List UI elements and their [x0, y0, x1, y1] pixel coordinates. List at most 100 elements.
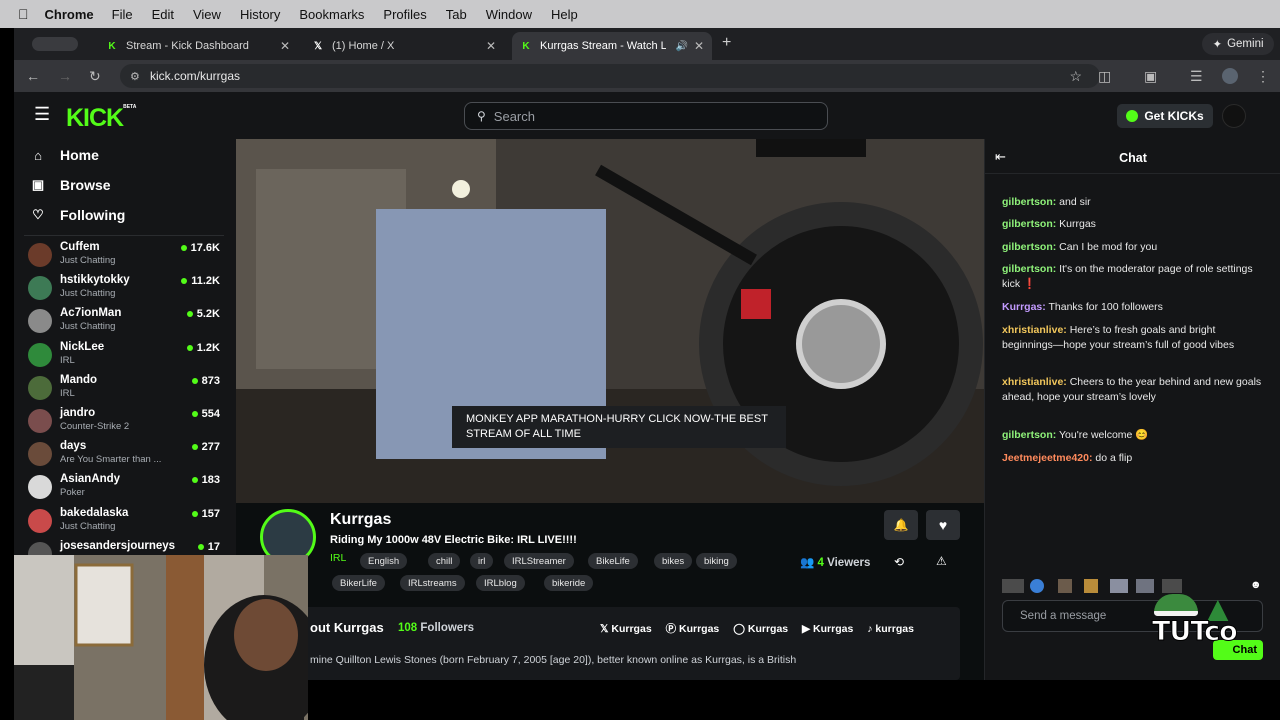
social-link-x[interactable]: 𝕏 Kurrgas [600, 623, 652, 635]
sidebar-item-browse[interactable]: ▣ Browse [30, 177, 111, 193]
chat-username[interactable]: xhristianlive: [1002, 376, 1067, 388]
chat-username[interactable]: gilbertson: [1002, 241, 1056, 253]
chat-message-text: Can I be mod for you [1056, 241, 1158, 253]
viewer-count-value: 277 [201, 441, 220, 454]
tutco-logo-text: TUTco [1152, 616, 1239, 648]
hamburger-menu-icon[interactable]: ☰ [34, 104, 50, 125]
notifications-button[interactable]: 🔔 [884, 510, 918, 540]
stream-tag[interactable]: IRLstreams [400, 575, 465, 591]
reload-icon[interactable]: ↻ [89, 68, 101, 85]
social-link-instagram[interactable]: ◯ Kurrgas [733, 623, 788, 635]
forward-icon[interactable]: → [58, 68, 72, 84]
search-input[interactable]: ⚲ Search [464, 102, 828, 130]
stream-tag[interactable]: English [360, 553, 408, 569]
tab-x-home[interactable]: 𝕏 (1) Home / X ✕ [304, 32, 504, 60]
stream-tag[interactable]: bikeride [544, 575, 594, 591]
menu-tab[interactable]: Tab [446, 7, 467, 22]
globe-emote-icon[interactable] [1030, 579, 1044, 593]
monkey-app-overlay[interactable]: MONKEY APP MARATHON-HURRY CLICK NOW-THE … [452, 406, 786, 448]
chat-username[interactable]: gilbertson: [1002, 429, 1056, 441]
menu-view[interactable]: View [193, 7, 221, 22]
menu-history[interactable]: History [240, 7, 280, 22]
stream-category-link[interactable]: IRL [330, 552, 346, 564]
url-text: kick.com/kurrgas [150, 69, 241, 83]
sidebar-channel[interactable]: AsianAndy Poker 183 [28, 471, 228, 504]
stream-tag[interactable]: IRLStreamer [504, 553, 574, 569]
viewer-count-value: 554 [201, 408, 220, 420]
address-bar[interactable]: ⚙ kick.com/kurrgas ☆ [120, 64, 1100, 88]
chat-username[interactable]: gilbertson: [1002, 218, 1056, 230]
sidebar-channel[interactable]: Mando IRL 873 [28, 372, 228, 405]
social-link-youtube[interactable]: ▶ Kurrgas [802, 623, 853, 635]
app-menu-chrome[interactable]: Chrome [45, 7, 94, 22]
kick-logo[interactable]: KICKBETA [66, 104, 136, 133]
menu-help[interactable]: Help [551, 7, 578, 22]
sidebar-channel[interactable]: jandro Counter-Strike 2 554 [28, 405, 228, 438]
chrome-menu-icon[interactable]: ⋮ [1256, 68, 1270, 85]
sidebar-item-following[interactable]: ♡ Following [30, 207, 125, 223]
viewer-count: 5.2K [186, 308, 220, 320]
video-player[interactable]: MONKEY APP MARATHON-HURRY CLICK NOW-THE … [236, 139, 984, 503]
gemini-button[interactable]: ✦ Gemini [1202, 33, 1274, 55]
chat-username[interactable]: gilbertson: [1002, 196, 1056, 208]
user-avatar[interactable] [1222, 104, 1246, 128]
social-link-tiktok[interactable]: ♪ kurrgas [867, 623, 914, 635]
profile-avatar[interactable] [1222, 68, 1238, 84]
follow-button[interactable]: ♥ [926, 510, 960, 540]
new-tab-icon[interactable]: + [722, 34, 731, 52]
sidebar-channel[interactable]: Cuffem Just Chatting 17.6K [28, 239, 228, 272]
cast-icon[interactable]: ▣ [1144, 68, 1157, 85]
speaker-icon[interactable]: 🔊 [676, 41, 688, 52]
stream-tag[interactable]: BikerLife [332, 575, 385, 591]
extensions-icon[interactable]: ◫ [1098, 68, 1111, 85]
menu-profiles[interactable]: Profiles [383, 7, 426, 22]
channel-category: Are You Smarter than ... [60, 454, 162, 466]
stream-tag[interactable]: biking [696, 553, 737, 569]
get-kicks-button[interactable]: Get KICKs [1117, 104, 1213, 128]
chat-username[interactable]: Jeetmejeetme420: [1002, 452, 1092, 464]
chat-username[interactable]: Kurrgas: [1002, 301, 1046, 313]
report-icon[interactable]: ⚠ [936, 554, 947, 568]
chat-message-text: and sir [1056, 196, 1091, 208]
sidebar-channel[interactable]: days Are You Smarter than ... 277 [28, 438, 228, 471]
menu-window[interactable]: Window [486, 7, 532, 22]
tab-group-pill[interactable] [32, 37, 78, 51]
stream-tag[interactable]: IRLblog [476, 575, 525, 591]
stream-tag[interactable]: BikeLife [588, 553, 638, 569]
live-dot-icon [180, 245, 187, 252]
tab-kick-dashboard[interactable]: K Stream - Kick Dashboard ✕ [98, 32, 298, 60]
emote-picker-icon[interactable]: ☻ [1250, 579, 1262, 591]
emote-icon[interactable] [1002, 579, 1024, 593]
share-icon[interactable]: ⟲ [894, 555, 904, 569]
close-tab-icon[interactable]: ✕ [280, 39, 290, 53]
sidebar-item-home[interactable]: ⌂ Home [30, 147, 99, 163]
sidebar-channel[interactable]: Ac7ionMan Just Chatting 5.2K [28, 305, 228, 338]
sidebar-channel[interactable]: hstikkytokky Just Chatting 11.2K [28, 272, 228, 305]
chat-username[interactable]: xhristianlive: [1002, 324, 1067, 336]
menu-bookmarks[interactable]: Bookmarks [299, 7, 364, 22]
apple-menu-icon[interactable]:  [18, 6, 29, 22]
channel-category: Just Chatting [60, 321, 116, 333]
social-link-facebook[interactable]: Ⓟ Kurrgas [666, 623, 720, 635]
sidebar-channel[interactable]: bakedalaska Just Chatting 157 [28, 505, 228, 538]
close-tab-icon[interactable]: ✕ [486, 39, 496, 53]
menu-edit[interactable]: Edit [152, 7, 174, 22]
sidebar-channel[interactable]: NickLee IRL 1.2K [28, 339, 228, 372]
emote-icon[interactable] [1110, 579, 1128, 593]
tab-kurrgas-stream[interactable]: K Kurrgas Stream - Watch L 🔊 ✕ [512, 32, 712, 60]
close-tab-icon[interactable]: ✕ [694, 39, 704, 53]
viewer-count: 277 [191, 441, 220, 454]
bookmark-star-icon[interactable]: ☆ [1069, 68, 1082, 85]
emote-icon[interactable] [1084, 579, 1098, 593]
media-controls-icon[interactable]: ☰ [1190, 68, 1203, 85]
stream-tag[interactable]: chill [428, 553, 461, 569]
stream-tag[interactable]: bikes [654, 553, 693, 569]
stream-tag[interactable]: irl [470, 553, 494, 569]
emote-icon[interactable] [1058, 579, 1072, 593]
channel-name[interactable]: Kurrgas [330, 511, 391, 529]
chat-username[interactable]: gilbertson: [1002, 263, 1056, 275]
live-dot-icon [186, 344, 193, 351]
back-icon[interactable]: ← [26, 68, 40, 84]
menu-file[interactable]: File [112, 7, 133, 22]
site-settings-icon[interactable]: ⚙ [130, 70, 140, 83]
